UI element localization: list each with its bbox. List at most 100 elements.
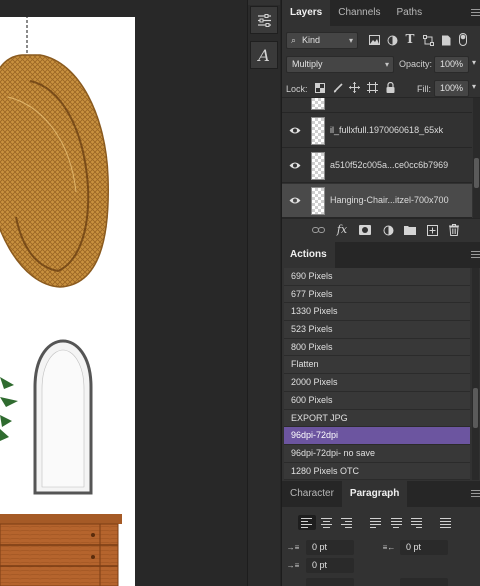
indent-first-line-input[interactable]: 0 pt xyxy=(306,558,354,573)
filter-type-icon[interactable]: T xyxy=(404,32,416,46)
trash-icon[interactable] xyxy=(448,223,460,236)
align-right-icon[interactable] xyxy=(338,515,356,530)
filter-toggle-icon[interactable] xyxy=(458,33,468,46)
filter-kind-value: Kind xyxy=(302,35,321,45)
new-layer-icon[interactable] xyxy=(426,224,438,236)
panel-toolstrip: A xyxy=(247,0,280,586)
folder-icon[interactable] xyxy=(404,224,416,236)
actions-scrollbar[interactable] xyxy=(472,268,479,480)
opacity-input[interactable]: 100% xyxy=(434,56,469,73)
hanging-chair-graphic xyxy=(0,54,109,288)
lock-artboard-icon[interactable] xyxy=(367,82,378,93)
indent-right-value: 0 pt xyxy=(406,542,422,552)
filter-pixel-icon[interactable] xyxy=(368,34,380,46)
lock-image-brush-icon[interactable] xyxy=(332,82,343,93)
action-item[interactable]: 800 Pixels xyxy=(284,338,470,357)
layer-thumbnail xyxy=(311,187,325,215)
space-before-input[interactable] xyxy=(306,578,354,586)
action-item[interactable]: 523 Pixels xyxy=(284,321,470,339)
adjustments-icon[interactable] xyxy=(250,6,278,34)
layer-name[interactable]: a510f52c005a...ce0cc6b7969 xyxy=(330,160,448,170)
glyphs-char: A xyxy=(258,45,270,65)
action-item[interactable]: EXPORT JPG xyxy=(284,409,470,428)
action-item[interactable]: 677 Pixels xyxy=(284,285,470,304)
layers-tab-bar: Layers Channels Paths xyxy=(282,0,480,26)
filter-adjustment-icon[interactable] xyxy=(386,34,398,46)
tab-layers[interactable]: Layers xyxy=(282,0,331,26)
lock-transparent-icon[interactable] xyxy=(314,82,325,93)
visibility-eye-icon[interactable] xyxy=(289,161,301,170)
indent-right-input[interactable]: 0 pt xyxy=(400,540,448,555)
layer-name[interactable]: Hanging-Chair...itzel-700x700 xyxy=(330,195,449,205)
dresser-graphic xyxy=(0,514,122,586)
layer-row[interactable]: il_fullxfull.1970060618_65xk xyxy=(282,114,472,148)
indent-left-input[interactable]: 0 pt xyxy=(306,540,354,555)
layers-scrollbar[interactable] xyxy=(473,98,480,218)
action-item[interactable]: 600 Pixels xyxy=(284,391,470,410)
indent-left-icon: →≡ xyxy=(286,542,300,552)
mask-icon[interactable] xyxy=(359,224,371,236)
layer-row-selected[interactable]: Hanging-Chair...itzel-700x700 xyxy=(282,184,472,218)
layer-row[interactable] xyxy=(282,98,472,113)
action-item[interactable]: Flatten xyxy=(284,356,470,375)
opacity-dropdown-icon[interactable]: ▾ xyxy=(472,58,476,67)
fern-plant-graphic xyxy=(0,377,18,441)
fill-label: Fill: xyxy=(417,84,431,94)
layer-thumbnail xyxy=(311,98,325,110)
action-item[interactable]: 2000 Pixels xyxy=(284,374,470,392)
filter-smartobject-icon[interactable] xyxy=(440,34,452,46)
fill-value: 100% xyxy=(440,83,464,93)
action-item[interactable]: 1330 Pixels xyxy=(284,303,470,322)
chevron-down-icon: ▾ xyxy=(348,36,353,45)
actions-tab-bar: Actions xyxy=(282,242,480,268)
filter-kind-select[interactable]: ⌕ Kind ▾ xyxy=(286,32,358,49)
action-item-selected[interactable]: 96dpi-72dpi xyxy=(284,427,470,445)
space-after-input[interactable] xyxy=(400,578,448,586)
adjustment-icon[interactable] xyxy=(382,224,394,236)
align-center-icon[interactable] xyxy=(318,515,336,530)
link-icon[interactable] xyxy=(311,224,325,236)
paragraph-tab-bar: Character Paragraph xyxy=(282,481,480,507)
lock-label: Lock: xyxy=(286,84,308,94)
filter-shape-icon[interactable] xyxy=(422,34,434,46)
paragraph-panel-menu-icon[interactable] xyxy=(471,490,480,497)
fx-icon[interactable]: fx xyxy=(334,223,350,236)
layers-footer: fx xyxy=(282,218,480,240)
action-item[interactable]: 1280 Pixels OTC xyxy=(284,462,470,481)
document-page[interactable] xyxy=(0,17,135,586)
search-icon: ⌕ xyxy=(291,35,297,45)
toolstrip-grip[interactable] xyxy=(248,0,280,5)
justify-last-right-icon[interactable] xyxy=(408,515,426,530)
justify-last-center-icon[interactable] xyxy=(388,515,406,530)
indent-first-line-icon: →≡ xyxy=(286,560,300,570)
layer-thumbnail xyxy=(311,117,325,145)
visibility-eye-icon[interactable] xyxy=(289,196,301,205)
layers-panel-menu-icon[interactable] xyxy=(471,9,480,16)
layer-row[interactable]: a510f52c005a...ce0cc6b7969 xyxy=(282,149,472,183)
opacity-value: 100% xyxy=(440,59,464,69)
right-panel-dock: Layers Channels Paths ⌕ Kind ▾ T Multipl… xyxy=(281,0,480,586)
layer-name[interactable]: il_fullxfull.1970060618_65xk xyxy=(330,125,443,135)
fill-input[interactable]: 100% xyxy=(434,80,469,97)
justify-all-icon[interactable] xyxy=(437,515,455,530)
visibility-eye-icon[interactable] xyxy=(289,126,301,135)
tab-paths[interactable]: Paths xyxy=(389,0,431,26)
action-item[interactable]: 96dpi-72dpi- no save xyxy=(284,444,470,463)
action-item[interactable]: 690 Pixels xyxy=(284,268,470,286)
align-left-icon[interactable] xyxy=(298,515,316,530)
fill-dropdown-icon[interactable]: ▾ xyxy=(472,82,476,91)
tab-character[interactable]: Character xyxy=(282,481,342,507)
layers-scroll-thumb[interactable] xyxy=(474,158,479,188)
layers-list: il_fullxfull.1970060618_65xk a510f52c005… xyxy=(282,97,480,218)
actions-scroll-thumb[interactable] xyxy=(473,388,478,428)
justify-last-left-icon[interactable] xyxy=(367,515,385,530)
lock-position-move-icon[interactable] xyxy=(349,82,360,93)
tab-paragraph[interactable]: Paragraph xyxy=(341,481,408,507)
glyphs-icon[interactable]: A xyxy=(250,41,278,69)
tab-channels[interactable]: Channels xyxy=(330,0,388,26)
document-canvas[interactable] xyxy=(0,0,247,586)
tab-actions[interactable]: Actions xyxy=(282,242,335,268)
blend-mode-select[interactable]: Multiply ▾ xyxy=(286,56,394,73)
actions-panel-menu-icon[interactable] xyxy=(471,251,480,258)
lock-all-icon[interactable] xyxy=(385,81,396,93)
